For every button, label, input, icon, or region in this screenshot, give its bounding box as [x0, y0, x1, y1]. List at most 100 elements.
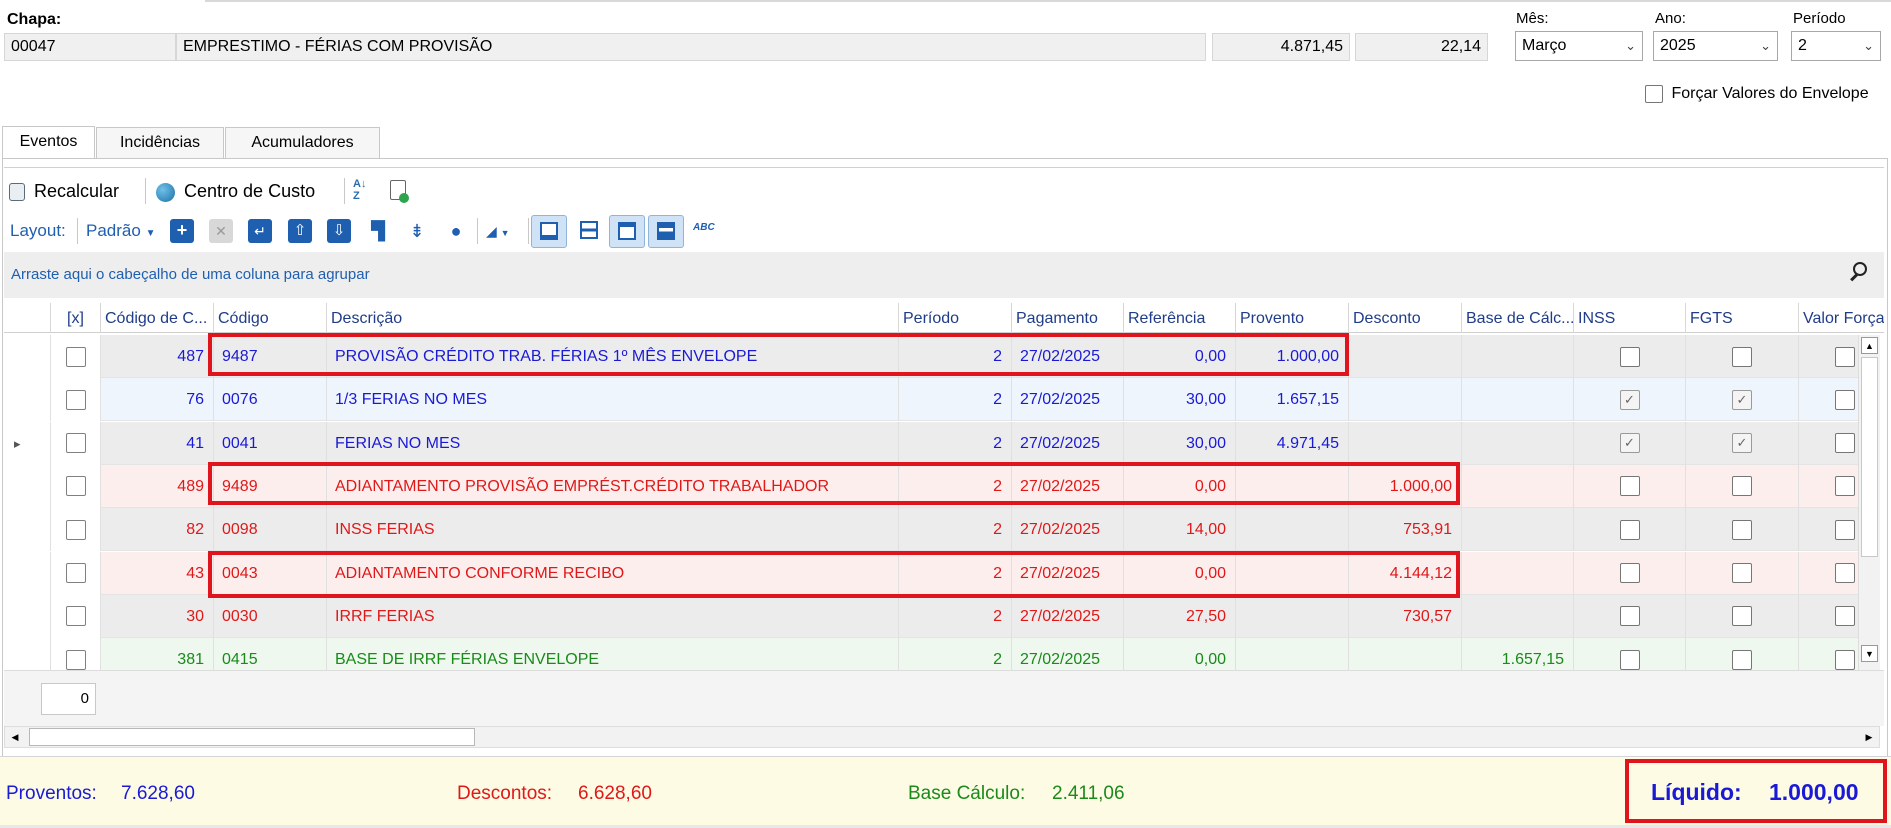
cell-select[interactable] — [50, 464, 100, 508]
row-checkbox[interactable] — [65, 649, 86, 670]
checked-checkbox[interactable]: ✓ — [1619, 389, 1640, 410]
row-checkbox[interactable] — [65, 476, 86, 497]
cell-provento[interactable] — [1235, 551, 1348, 595]
cell-provento[interactable]: 1.000,00 — [1235, 335, 1348, 378]
cell-valor-forcado[interactable] — [1798, 594, 1858, 638]
scroll-up-icon[interactable]: ▲ — [1861, 337, 1878, 354]
row-indicator[interactable]: ▸ — [4, 421, 50, 465]
centro-custo-button[interactable]: Centro de Custo — [156, 178, 315, 204]
cell-codigo[interactable]: 0098 — [213, 508, 326, 552]
cell-fgts[interactable] — [1685, 335, 1798, 378]
cell-select[interactable] — [50, 638, 100, 670]
cell-valor-forcado[interactable] — [1798, 378, 1858, 422]
layout-padrao-dropdown[interactable]: Padrão ▼ — [86, 221, 155, 241]
col-header-select[interactable]: [x] — [50, 303, 100, 333]
col-header-periodo[interactable]: Período — [898, 303, 1011, 333]
row-checkbox[interactable] — [1732, 476, 1752, 497]
cell-select[interactable] — [50, 421, 100, 465]
cell-desconto[interactable] — [1348, 378, 1461, 422]
cell-desconto[interactable]: 753,91 — [1348, 508, 1461, 552]
cell-pagamento[interactable]: 27/02/2025 — [1011, 594, 1123, 638]
cell-fgts[interactable] — [1685, 551, 1798, 595]
row-count-field[interactable]: 0 — [41, 683, 96, 715]
row-checkbox[interactable] — [65, 433, 86, 454]
row-indicator[interactable] — [4, 378, 50, 422]
chart-dropdown-icon[interactable]: ◢ ▼ — [486, 219, 524, 243]
col-header-valor-forcado[interactable]: Valor Forçad — [1798, 303, 1884, 333]
row-checkbox[interactable] — [1835, 389, 1855, 410]
cell-select[interactable] — [50, 335, 100, 378]
col-header-fgts[interactable]: FGTS — [1685, 303, 1798, 333]
cell-descricao[interactable]: ADIANTAMENTO CONFORME RECIBO — [326, 551, 898, 595]
cell-codigo-c[interactable]: 487 — [100, 335, 213, 378]
cell-referencia[interactable]: 0,00 — [1123, 464, 1235, 508]
row-indicator[interactable] — [4, 638, 50, 670]
cell-valor-forcado[interactable] — [1798, 508, 1858, 552]
col-header-base[interactable]: Base de Cálc... — [1461, 303, 1573, 333]
cell-periodo[interactable]: 2 — [898, 594, 1011, 638]
cell-periodo[interactable]: 2 — [898, 378, 1011, 422]
cell-codigo[interactable]: 0041 — [213, 421, 326, 465]
checked-checkbox[interactable]: ✓ — [1732, 389, 1752, 410]
chapa-description-field[interactable]: EMPRESTIMO - FÉRIAS COM PROVISÃO — [176, 33, 1206, 61]
cell-pagamento[interactable]: 27/02/2025 — [1011, 551, 1123, 595]
row-checkbox[interactable] — [1619, 346, 1640, 367]
cell-codigo-c[interactable]: 43 — [100, 551, 213, 595]
cell-referencia[interactable]: 0,00 — [1123, 638, 1235, 670]
vertical-scrollbar[interactable]: ▲ ▼ — [1858, 335, 1880, 670]
table-row[interactable]: 76 0076 1/3 FERIAS NO MES 2 27/02/2025 30,00 1… — [4, 378, 1858, 422]
row-checkbox[interactable] — [1835, 649, 1855, 670]
cell-fgts[interactable] — [1685, 508, 1798, 552]
footer-toggle-icon[interactable] — [531, 215, 567, 248]
cell-pagamento[interactable]: 27/02/2025 — [1011, 508, 1123, 552]
ano-select[interactable]: 2025 ⌄ — [1653, 31, 1778, 61]
cell-fgts[interactable]: ✓ — [1685, 421, 1798, 465]
col-header-provento[interactable]: Provento — [1235, 303, 1348, 333]
cell-pagamento[interactable]: 27/02/2025 — [1011, 421, 1123, 465]
pin-icon[interactable]: ⇟ — [405, 219, 429, 243]
cell-codigo-c[interactable]: 41 — [100, 421, 213, 465]
row-checkbox[interactable] — [65, 563, 86, 583]
cell-periodo[interactable]: 2 — [898, 464, 1011, 508]
header-toggle-icon[interactable] — [609, 215, 645, 248]
row-indicator[interactable] — [4, 508, 50, 552]
periodo-select[interactable]: 2 ⌄ — [1791, 31, 1881, 61]
cell-codigo-c[interactable]: 381 — [100, 638, 213, 670]
cell-base[interactable] — [1461, 464, 1573, 508]
cell-base[interactable] — [1461, 335, 1573, 378]
table-row[interactable]: 381 0415 BASE DE IRRF FÉRIAS ENVELOPE 2 27/0… — [4, 638, 1858, 670]
horizontal-scroll-thumb[interactable] — [29, 728, 475, 746]
checked-checkbox[interactable]: ✓ — [1732, 433, 1752, 454]
col-header-desconto[interactable]: Desconto — [1348, 303, 1461, 333]
cell-pagamento[interactable]: 27/02/2025 — [1011, 638, 1123, 670]
table-row[interactable]: 30 0030 IRRF FERIAS 2 27/02/2025 27,50 730,57 — [4, 594, 1858, 638]
cell-codigo-c[interactable]: 489 — [100, 464, 213, 508]
row-indicator[interactable] — [4, 335, 50, 378]
checked-checkbox[interactable]: ✓ — [1619, 433, 1640, 454]
cell-codigo[interactable]: 0043 — [213, 551, 326, 595]
cell-base[interactable]: 1.657,15 — [1461, 638, 1573, 670]
horizontal-scrollbar[interactable]: ◀ ▶ — [4, 726, 1880, 748]
col-header-inss[interactable]: INSS — [1573, 303, 1685, 333]
cell-descricao[interactable]: 1/3 FERIAS NO MES — [326, 378, 898, 422]
cell-descricao[interactable]: INSS FERIAS — [326, 508, 898, 552]
cell-fgts[interactable]: ✓ — [1685, 378, 1798, 422]
table-row[interactable]: ▸ 41 0041 FERIAS NO MES 2 27/02/2025 30,00 4.97… — [4, 421, 1858, 465]
fill-color-icon[interactable]: ● — [444, 219, 468, 243]
row-indicator[interactable] — [4, 594, 50, 638]
cell-provento[interactable] — [1235, 508, 1348, 552]
chapa-code-field[interactable]: 00047 — [4, 33, 176, 61]
cell-pagamento[interactable]: 27/02/2025 — [1011, 464, 1123, 508]
row-checkbox[interactable] — [1835, 606, 1855, 627]
cell-descricao[interactable]: BASE DE IRRF FÉRIAS ENVELOPE — [326, 638, 898, 670]
tab-incidencias[interactable]: Incidências — [96, 127, 224, 159]
cell-base[interactable] — [1461, 594, 1573, 638]
row-indicator[interactable] — [4, 464, 50, 508]
cell-fgts[interactable] — [1685, 638, 1798, 670]
delete-row-icon[interactable]: ✕ — [209, 219, 233, 243]
table-row[interactable]: 489 9489 ADIANTAMENTO PROVISÃO EMPRÉST.CRÉ… — [4, 464, 1858, 508]
row-checkbox[interactable] — [1619, 649, 1640, 670]
cell-descricao[interactable]: ADIANTAMENTO PROVISÃO EMPRÉST.CRÉDITO TR… — [326, 464, 898, 508]
cell-fgts[interactable] — [1685, 464, 1798, 508]
cell-desconto[interactable]: 730,57 — [1348, 594, 1461, 638]
